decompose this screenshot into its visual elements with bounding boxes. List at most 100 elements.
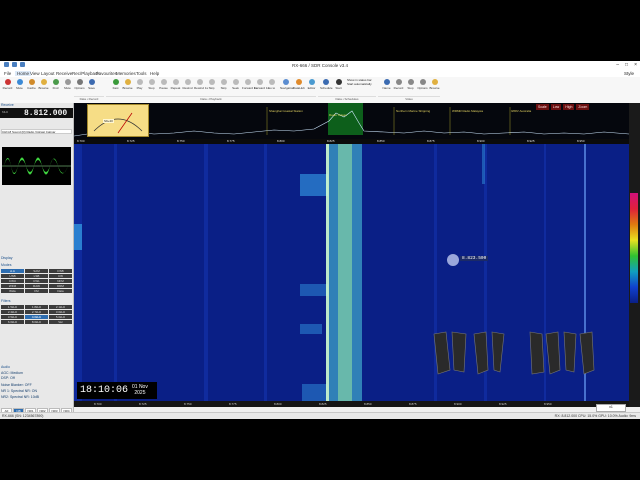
audio-section-header[interactable]: Audio (0, 365, 73, 369)
mode-button[interactable]: CWL (25, 279, 48, 283)
ribbon-schedule-button[interactable]: Schedule (320, 79, 333, 95)
ribbon-save-button[interactable]: Save (86, 79, 97, 95)
close-icon[interactable]: × (634, 62, 637, 68)
ribbon-editor-button[interactable]: Editor (306, 79, 317, 95)
station-name[interactable]: CHN-8 Sound (R) Radio Vidcast Calmar (1, 129, 72, 134)
filter-button[interactable]: 2.4kHz (1, 310, 24, 314)
scale-readout[interactable]: Scale (536, 104, 549, 110)
mode-button[interactable]: RAW (25, 284, 48, 288)
mode-button[interactable]: CWU (1, 279, 24, 283)
mode-button[interactable]: Wide (1, 289, 24, 293)
low-readout[interactable]: Low (550, 104, 562, 110)
station-label[interactable]: IWRV Australia (511, 109, 531, 113)
mute-icon (64, 79, 71, 85)
nr1-setting[interactable]: NR 1: Spectral NR: ON (1, 389, 72, 394)
ribbon-record-button[interactable]: Record (2, 79, 13, 95)
filter-button[interactable]: 4.0kHz (25, 315, 48, 319)
menu-view[interactable]: View (30, 71, 40, 76)
ribbon-play-button[interactable]: Fast (110, 79, 121, 95)
station-label[interactable]: Radio Taiwan (329, 113, 347, 117)
menu-layout[interactable]: Layout (41, 71, 55, 76)
mode-button[interactable]: FM (25, 289, 48, 293)
mode-button[interactable]: DRM (49, 284, 72, 288)
high-readout[interactable]: High (563, 104, 575, 110)
waterfall-scale-bar[interactable] (629, 103, 640, 407)
zoom-control[interactable]: x1 (596, 404, 626, 412)
mode-button[interactable]: SAM (25, 269, 48, 273)
menu-favourites[interactable]: Favourites (96, 71, 117, 76)
filter-button[interactable]: 3.0kHz (49, 310, 72, 314)
video-name-button[interactable]: Name (381, 79, 392, 95)
minimize-icon[interactable]: – (616, 62, 619, 68)
filter-button[interactable]: 2.7kHz (25, 310, 48, 314)
filter-button[interactable]: 6.0kHz (1, 320, 24, 324)
ribbon-browse2-button[interactable]: Browse (122, 79, 133, 95)
waterfall-display[interactable]: 8.823.500 18:10:06 01 Nov 2025 (74, 144, 629, 401)
display-section-header[interactable]: Display (0, 256, 73, 260)
menu-tools[interactable]: Tools (136, 71, 147, 76)
noise-blanker-setting[interactable]: Noise Blanker: OFF (1, 383, 72, 388)
zoom-readout[interactable]: Zoom (576, 104, 590, 110)
mode-button[interactable]: WFM (1, 284, 24, 288)
ribbon-start-button[interactable]: Start (333, 79, 344, 95)
filter-button[interactable]: Var (49, 320, 72, 324)
ribbon-mute-button[interactable]: Mute (14, 79, 25, 95)
schedule-options[interactable]: Show in status bar Start automatically (347, 78, 379, 96)
filter-button[interactable]: 5.0kHz (49, 315, 72, 319)
menu-memories[interactable]: Memories (116, 71, 136, 76)
ribbon-skip2-button[interactable]: Skip (218, 79, 229, 95)
filter-button[interactable]: 3.5kHz (1, 315, 24, 319)
menu-home[interactable]: Home (15, 71, 32, 76)
video-options-button[interactable]: Options (417, 79, 428, 95)
dsp-setting[interactable]: DSP: Off (1, 376, 72, 381)
ribbon-forward-button[interactable]: Forward 1s (242, 79, 257, 95)
mode-button[interactable]: NFM (49, 279, 72, 283)
color-scale[interactable] (630, 193, 638, 303)
ribbon-mute2-button[interactable]: Mute (62, 79, 73, 95)
filters-section-header[interactable]: Filters (0, 299, 73, 303)
menu-help[interactable]: Help (150, 71, 159, 76)
ribbon-skip-button[interactable]: Skip (206, 79, 217, 95)
mode-button[interactable]: CW (49, 274, 72, 278)
axis-tick: 8.725 (127, 139, 135, 143)
station-label[interactable]: WRMR Radio Malaysia (452, 109, 483, 113)
ribbon-play2-button[interactable]: Play (134, 79, 145, 95)
video-stop-button[interactable]: Stop (405, 79, 416, 95)
ribbon-options-button[interactable]: Options (74, 79, 85, 95)
maximize-icon[interactable]: □ (625, 62, 628, 68)
ribbon-repeat-button[interactable]: Repeat (170, 79, 181, 95)
station-label[interactable]: Northern Marine Shipping (396, 109, 431, 113)
modes-section-header[interactable]: Modes (0, 263, 73, 267)
style-menu[interactable]: Style (624, 71, 634, 76)
ribbon-goto-button[interactable]: Go to (266, 79, 277, 95)
mode-button[interactable]: LSB (25, 274, 48, 278)
ribbon-navigation-button[interactable]: Navigation (280, 79, 294, 95)
frequency-display[interactable]: MHz 8.812.000 (0, 108, 73, 118)
ribbon-datahub-button[interactable]: DataHub (293, 79, 305, 95)
axis-tick: 8.775 (227, 139, 235, 143)
mode-button[interactable]: DSB (49, 269, 72, 273)
mode-button[interactable]: A.A (1, 269, 24, 273)
filter-button[interactable]: 8.0kHz (25, 320, 48, 324)
ribbon-browse-button[interactable]: Browse (38, 79, 49, 95)
ribbon-seek-button[interactable]: Seek (230, 79, 241, 95)
nr2-setting[interactable]: NR2: Spectral NR: 10dB (1, 395, 72, 400)
spectrum-readout: Scale Low High Zoom (536, 104, 628, 110)
filter-button[interactable]: 1.8kHz (25, 305, 48, 309)
ribbon-rewind1s-button[interactable]: Rewind 1s (194, 79, 208, 95)
menu-receive[interactable]: Receive (56, 71, 72, 76)
video-record-button[interactable]: Record (393, 79, 404, 95)
mode-button[interactable]: Data (49, 289, 72, 293)
filter-button[interactable]: 2.1kHz (49, 305, 72, 309)
ribbon-find-button[interactable]: Find (50, 79, 61, 95)
ribbon-pause-button[interactable]: Pause (158, 79, 169, 95)
menu-file[interactable]: File (4, 71, 11, 76)
filter-button[interactable]: 1.5kHz (1, 305, 24, 309)
ribbon-stop-button[interactable]: Stop (146, 79, 157, 95)
station-label[interactable]: Shanghai Coastal Station (269, 109, 303, 113)
ribbon-rewind-button[interactable]: Rewind (182, 79, 193, 95)
ribbon-cache-button[interactable]: Cache (26, 79, 37, 95)
video-browse-button[interactable]: Browse (429, 79, 440, 95)
mode-button[interactable]: USB (1, 274, 24, 278)
ribbon-forward2-button[interactable]: Forward 1s (254, 79, 269, 95)
